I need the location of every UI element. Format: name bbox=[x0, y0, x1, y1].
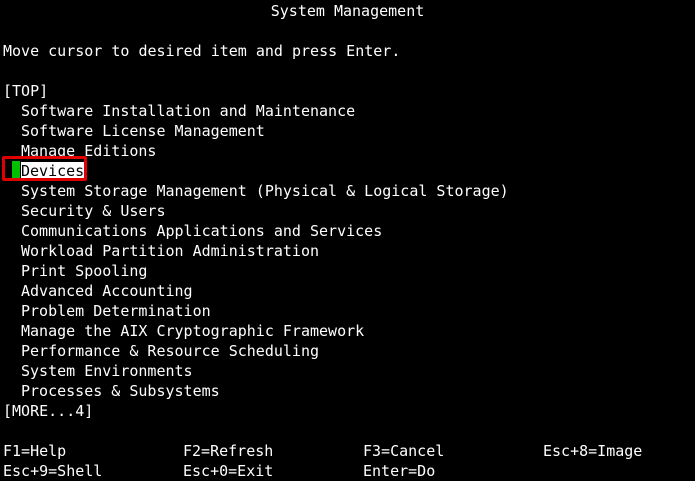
menu-item-communications[interactable]: Communications Applications and Services bbox=[21, 221, 382, 241]
esc0-exit-key[interactable]: Esc+0=Exit bbox=[183, 461, 273, 481]
menu-item-performance[interactable]: Performance & Resource Scheduling bbox=[21, 341, 319, 361]
menu-item-problem-determination[interactable]: Problem Determination bbox=[21, 301, 211, 321]
enter-do-key[interactable]: Enter=Do bbox=[363, 461, 435, 481]
terminal-screen: { "title": "System Management", "instruc… bbox=[0, 0, 695, 480]
menu-item-advanced-accounting[interactable]: Advanced Accounting bbox=[21, 281, 193, 301]
top-marker: [TOP] bbox=[3, 82, 49, 100]
menu-item-print-spooling[interactable]: Print Spooling bbox=[21, 261, 147, 281]
instruction-text: Move cursor to desired item and press En… bbox=[3, 42, 401, 60]
f3-cancel-key[interactable]: F3=Cancel bbox=[363, 441, 444, 461]
menu-item-software-installation[interactable]: Software Installation and Maintenance bbox=[21, 101, 355, 121]
f1-help-key[interactable]: F1=Help bbox=[3, 441, 66, 461]
selection-highlight-box bbox=[2, 156, 87, 181]
menu-item-system-environments[interactable]: System Environments bbox=[21, 361, 193, 381]
menu-item-processes[interactable]: Processes & Subsystems bbox=[21, 381, 220, 401]
menu-item-system-storage[interactable]: System Storage Management (Physical & Lo… bbox=[21, 181, 509, 201]
more-marker: [MORE...4] bbox=[3, 402, 94, 420]
screen-title: System Management bbox=[270, 2, 425, 20]
esc8-image-key[interactable]: Esc+8=Image bbox=[543, 441, 642, 461]
menu-item-workload-partition[interactable]: Workload Partition Administration bbox=[21, 241, 319, 261]
menu-item-security-users[interactable]: Security & Users bbox=[21, 201, 166, 221]
menu-item-crypto-framework[interactable]: Manage the AIX Cryptographic Framework bbox=[21, 321, 364, 341]
esc9-shell-key[interactable]: Esc+9=Shell bbox=[3, 461, 102, 481]
f2-refresh-key[interactable]: F2=Refresh bbox=[183, 441, 273, 461]
menu-item-software-license[interactable]: Software License Management bbox=[21, 121, 265, 141]
